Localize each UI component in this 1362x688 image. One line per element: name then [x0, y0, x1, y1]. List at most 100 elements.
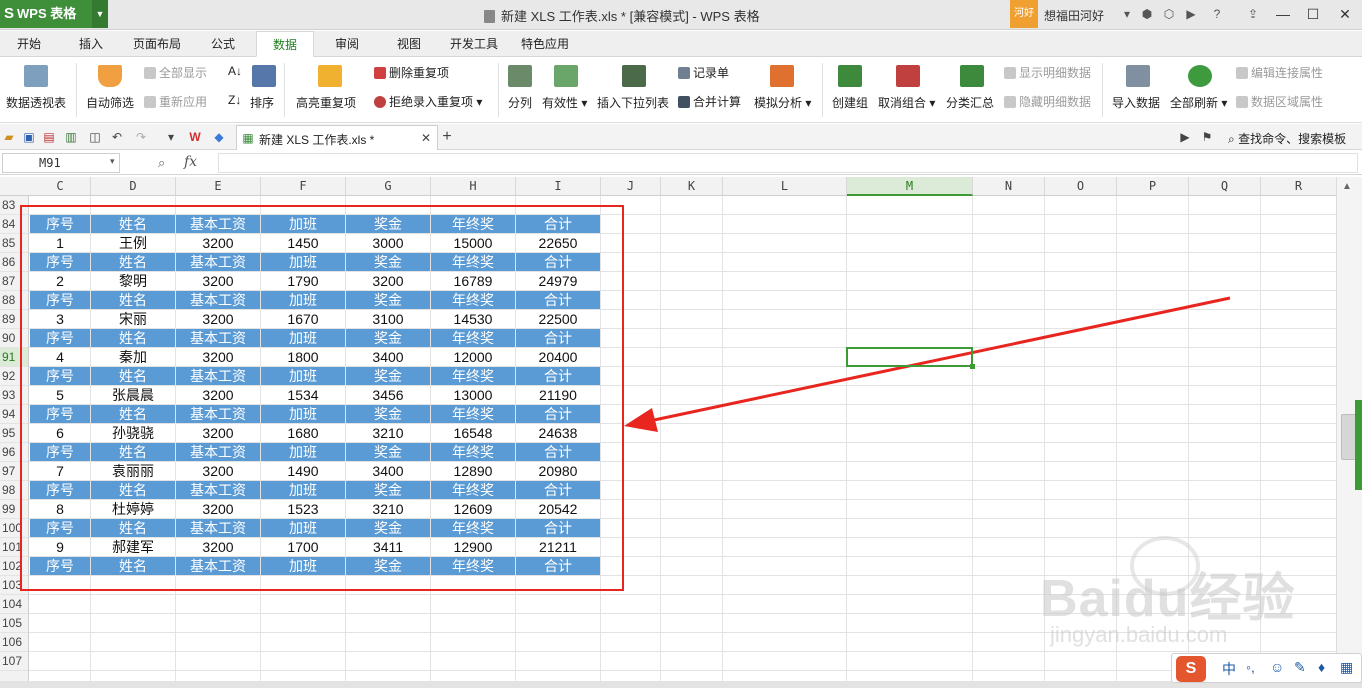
new-tab-icon[interactable]: +: [440, 129, 454, 145]
sort-button[interactable]: 排序: [250, 94, 274, 111]
reapply-button[interactable]: 重新应用: [144, 93, 207, 110]
formula-input[interactable]: [218, 153, 1358, 173]
print-preview-icon[interactable]: ▤: [42, 130, 56, 144]
row-header[interactable]: 104: [0, 595, 28, 614]
column-header[interactable]: Q: [1189, 177, 1261, 196]
redo-icon[interactable]: ↷: [134, 130, 148, 144]
column-header[interactable]: M: [847, 177, 973, 196]
column-header[interactable]: F: [261, 177, 346, 196]
sort-desc-icon[interactable]: Z↓: [228, 93, 241, 107]
column-header[interactable]: D: [91, 177, 176, 196]
ungroup-button[interactable]: 取消组合 ▾: [878, 94, 935, 111]
subtotal-icon: [960, 65, 984, 87]
wps-app-menu-button[interactable]: S WPS 表格: [0, 0, 92, 28]
tab-home[interactable]: 开始: [6, 31, 52, 57]
remove-duplicates-button[interactable]: 删除重复项: [374, 64, 449, 81]
consolidate-button[interactable]: 合并计算: [678, 93, 741, 110]
toolbox-icon[interactable]: ▦: [1340, 659, 1353, 676]
search-command[interactable]: ⌕ 查找命令、搜索模板: [1228, 130, 1346, 147]
emoji-icon[interactable]: ☺: [1270, 659, 1284, 675]
record-form-button[interactable]: 记录单: [678, 64, 729, 81]
open-folder-icon[interactable]: ▰: [2, 130, 16, 144]
user-name[interactable]: 想福田河好: [1044, 7, 1104, 24]
cloud-docs-icon[interactable]: ◆: [212, 130, 226, 144]
column-header[interactable]: G: [346, 177, 431, 196]
column-header[interactable]: P: [1117, 177, 1189, 196]
hide-detail-button[interactable]: 隐藏明细数据: [1004, 93, 1091, 110]
tab-view[interactable]: 视图: [386, 31, 432, 57]
name-box-dropdown-icon[interactable]: ▾: [110, 156, 115, 167]
row-header[interactable]: 106: [0, 633, 28, 652]
minimize-button[interactable]: —: [1268, 0, 1298, 28]
edit-connection-button[interactable]: 编辑连接属性: [1236, 64, 1323, 81]
tab-developer[interactable]: 开发工具: [442, 31, 506, 57]
scroll-up-icon[interactable]: ▲: [1342, 181, 1352, 192]
create-group-button[interactable]: 创建组: [832, 94, 868, 111]
tab-data[interactable]: 数据: [256, 31, 314, 57]
customize-dropdown-icon[interactable]: ▾: [164, 130, 178, 144]
undo-icon[interactable]: ↶: [110, 130, 124, 144]
voice-icon[interactable]: ♦: [1318, 659, 1325, 675]
row-header[interactable]: 105: [0, 614, 28, 633]
sogou-logo-icon[interactable]: S: [1176, 656, 1206, 682]
sort-asc-icon[interactable]: A↓: [228, 64, 242, 78]
show-all-button[interactable]: 全部显示: [144, 64, 207, 81]
zoom-search-icon[interactable]: ⌕: [158, 155, 165, 171]
pivot-table-button[interactable]: 数据透视表: [6, 94, 66, 111]
wps-home-icon[interactable]: W: [188, 130, 202, 144]
split-column-button[interactable]: 分列: [508, 94, 532, 111]
user-avatar[interactable]: 河好: [1010, 0, 1038, 28]
restore-view-icon[interactable]: ⇪: [1246, 7, 1260, 21]
print-icon[interactable]: ▥: [64, 130, 78, 144]
active-cell[interactable]: [846, 347, 975, 369]
validity-button[interactable]: 有效性 ▾: [542, 94, 587, 111]
highlight-duplicates-button[interactable]: 高亮重复项: [296, 94, 356, 111]
document-tab[interactable]: ▦ 新建 XLS 工作表.xls * ✕: [236, 125, 438, 150]
maximize-button[interactable]: ☐: [1298, 0, 1328, 28]
autofilter-button[interactable]: 自动筛选: [86, 94, 134, 111]
subtotal-button[interactable]: 分类汇总: [946, 94, 994, 111]
fill-handle[interactable]: [970, 364, 975, 369]
column-header[interactable]: C: [30, 177, 91, 196]
tab-formulas[interactable]: 公式: [200, 31, 246, 57]
ime-language-toggle[interactable]: 中: [1222, 659, 1236, 679]
insert-dropdown-list-button[interactable]: 插入下拉列表: [597, 94, 669, 111]
what-if-analysis-button[interactable]: 模拟分析 ▾: [754, 94, 811, 111]
close-window-button[interactable]: ✕: [1330, 0, 1360, 28]
column-header[interactable]: L: [723, 177, 847, 196]
function-icon[interactable]: fx: [184, 154, 197, 170]
preview-icon[interactable]: ◫: [88, 130, 102, 144]
present-icon[interactable]: ▶: [1178, 130, 1192, 144]
app-menu-caret-icon[interactable]: ▼: [92, 0, 108, 28]
column-header[interactable]: I: [516, 177, 601, 196]
range-properties-button[interactable]: 数据区域属性: [1236, 93, 1323, 110]
name-box[interactable]: M91: [2, 153, 120, 173]
help-icon[interactable]: ?: [1210, 7, 1224, 21]
column-header[interactable]: E: [176, 177, 261, 196]
column-header[interactable]: H: [431, 177, 516, 196]
user-dropdown-icon[interactable]: ▾: [1120, 7, 1134, 21]
close-tab-icon[interactable]: ✕: [419, 131, 433, 145]
tab-special[interactable]: 特色应用: [514, 31, 576, 57]
cloud-icon[interactable]: ⬡: [1162, 7, 1176, 21]
tab-insert[interactable]: 插入: [68, 31, 114, 57]
tab-review[interactable]: 审阅: [324, 31, 370, 57]
side-panel-toggle[interactable]: [1355, 400, 1362, 490]
column-header[interactable]: J: [601, 177, 661, 196]
skin-icon[interactable]: ⬢: [1140, 7, 1154, 21]
column-header[interactable]: N: [973, 177, 1045, 196]
reject-duplicates-button[interactable]: 拒绝录入重复项 ▾: [374, 93, 482, 110]
show-detail-button[interactable]: 显示明细数据: [1004, 64, 1091, 81]
punctuation-icon[interactable]: ◦,: [1246, 659, 1255, 675]
share-icon[interactable]: ▶: [1184, 7, 1198, 21]
row-header[interactable]: 107: [0, 652, 28, 671]
save-icon[interactable]: ▣: [22, 130, 36, 144]
tab-page-layout[interactable]: 页面布局: [126, 31, 188, 57]
column-header[interactable]: K: [661, 177, 723, 196]
flag-icon[interactable]: ⚑: [1200, 130, 1214, 144]
import-data-button[interactable]: 导入数据: [1112, 94, 1160, 111]
column-header[interactable]: O: [1045, 177, 1117, 196]
skin-pen-icon[interactable]: ✎: [1294, 659, 1306, 676]
refresh-all-button[interactable]: 全部刷新 ▾: [1170, 94, 1227, 111]
column-header[interactable]: R: [1261, 177, 1336, 196]
